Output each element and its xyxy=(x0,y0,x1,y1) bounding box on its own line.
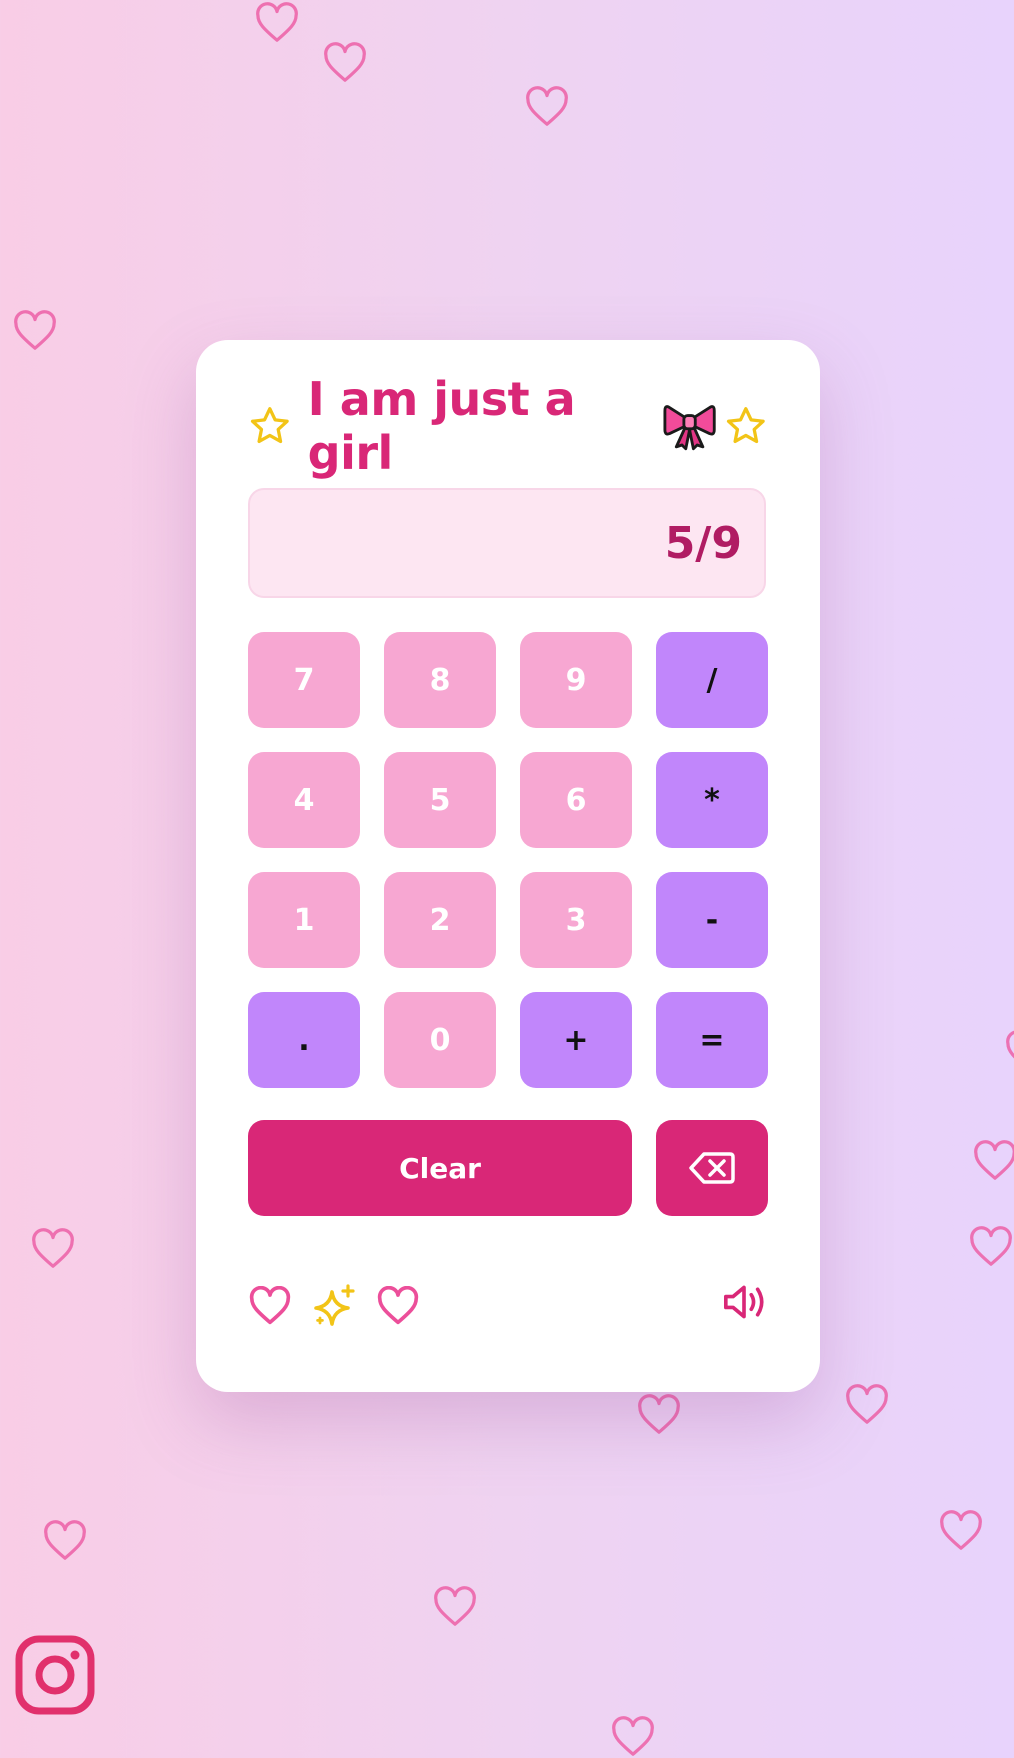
heart-icon[interactable] xyxy=(248,1286,292,1326)
key-add[interactable]: + xyxy=(520,992,632,1088)
key-divide[interactable]: / xyxy=(656,632,768,728)
heart-icon xyxy=(636,1394,682,1436)
calculator-display: 5/9 xyxy=(248,488,766,598)
page-title: I am just a girl xyxy=(307,372,576,480)
heart-icon xyxy=(254,2,300,44)
heart-icon xyxy=(322,42,368,84)
heart-icon xyxy=(610,1716,656,1758)
key-subtract[interactable]: - xyxy=(656,872,768,968)
clear-button-label: Clear xyxy=(399,1151,481,1185)
key-4[interactable]: 4 xyxy=(248,752,360,848)
heart-icon xyxy=(972,1140,1014,1182)
key-decimal[interactable]: . xyxy=(248,992,360,1088)
calculator-card: I am just a girl 5/9 7 8 9 / 4 5 6 * 1 2… xyxy=(196,340,820,1392)
heart-icon xyxy=(42,1520,88,1562)
key-1[interactable]: 1 xyxy=(248,872,360,968)
sparkles-icon[interactable] xyxy=(312,1282,360,1330)
key-7[interactable]: 7 xyxy=(248,632,360,728)
backspace-button[interactable] xyxy=(656,1120,768,1216)
key-0[interactable]: 0 xyxy=(384,992,496,1088)
instagram-icon[interactable] xyxy=(14,1634,96,1716)
display-value: 5/9 xyxy=(664,517,742,569)
key-9[interactable]: 9 xyxy=(520,632,632,728)
header: I am just a girl xyxy=(248,372,768,480)
key-5[interactable]: 5 xyxy=(384,752,496,848)
volume-icon[interactable] xyxy=(720,1282,768,1322)
heart-icon xyxy=(844,1384,890,1426)
ribbon-bow-icon xyxy=(663,405,716,451)
heart-icon xyxy=(524,86,570,128)
star-icon xyxy=(727,407,766,444)
key-8[interactable]: 8 xyxy=(384,632,496,728)
heart-icon xyxy=(1004,1030,1014,1072)
heart-icon xyxy=(432,1586,478,1628)
key-6[interactable]: 6 xyxy=(520,752,632,848)
heart-icon xyxy=(938,1510,984,1552)
keypad: 7 8 9 / 4 5 6 * 1 2 3 - . 0 + = xyxy=(248,632,768,1088)
heart-icon xyxy=(30,1228,76,1270)
key-equals[interactable]: = xyxy=(656,992,768,1088)
clear-button[interactable]: Clear xyxy=(248,1120,632,1216)
key-2[interactable]: 2 xyxy=(384,872,496,968)
backspace-icon xyxy=(689,1152,735,1184)
heart-icon xyxy=(968,1226,1014,1268)
star-icon xyxy=(250,407,289,444)
key-multiply[interactable]: * xyxy=(656,752,768,848)
heart-icon xyxy=(12,310,58,352)
key-3[interactable]: 3 xyxy=(520,872,632,968)
heart-icon[interactable] xyxy=(376,1286,420,1326)
